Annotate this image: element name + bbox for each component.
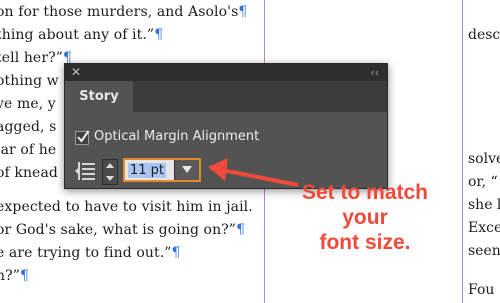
callout-arrow — [208, 158, 299, 187]
annotation-line: Set to match — [301, 181, 429, 204]
annotation-callout: Set to match your font size. — [275, 180, 455, 255]
annotation-line: font size. — [319, 231, 411, 254]
annotation-line: your — [342, 206, 388, 229]
